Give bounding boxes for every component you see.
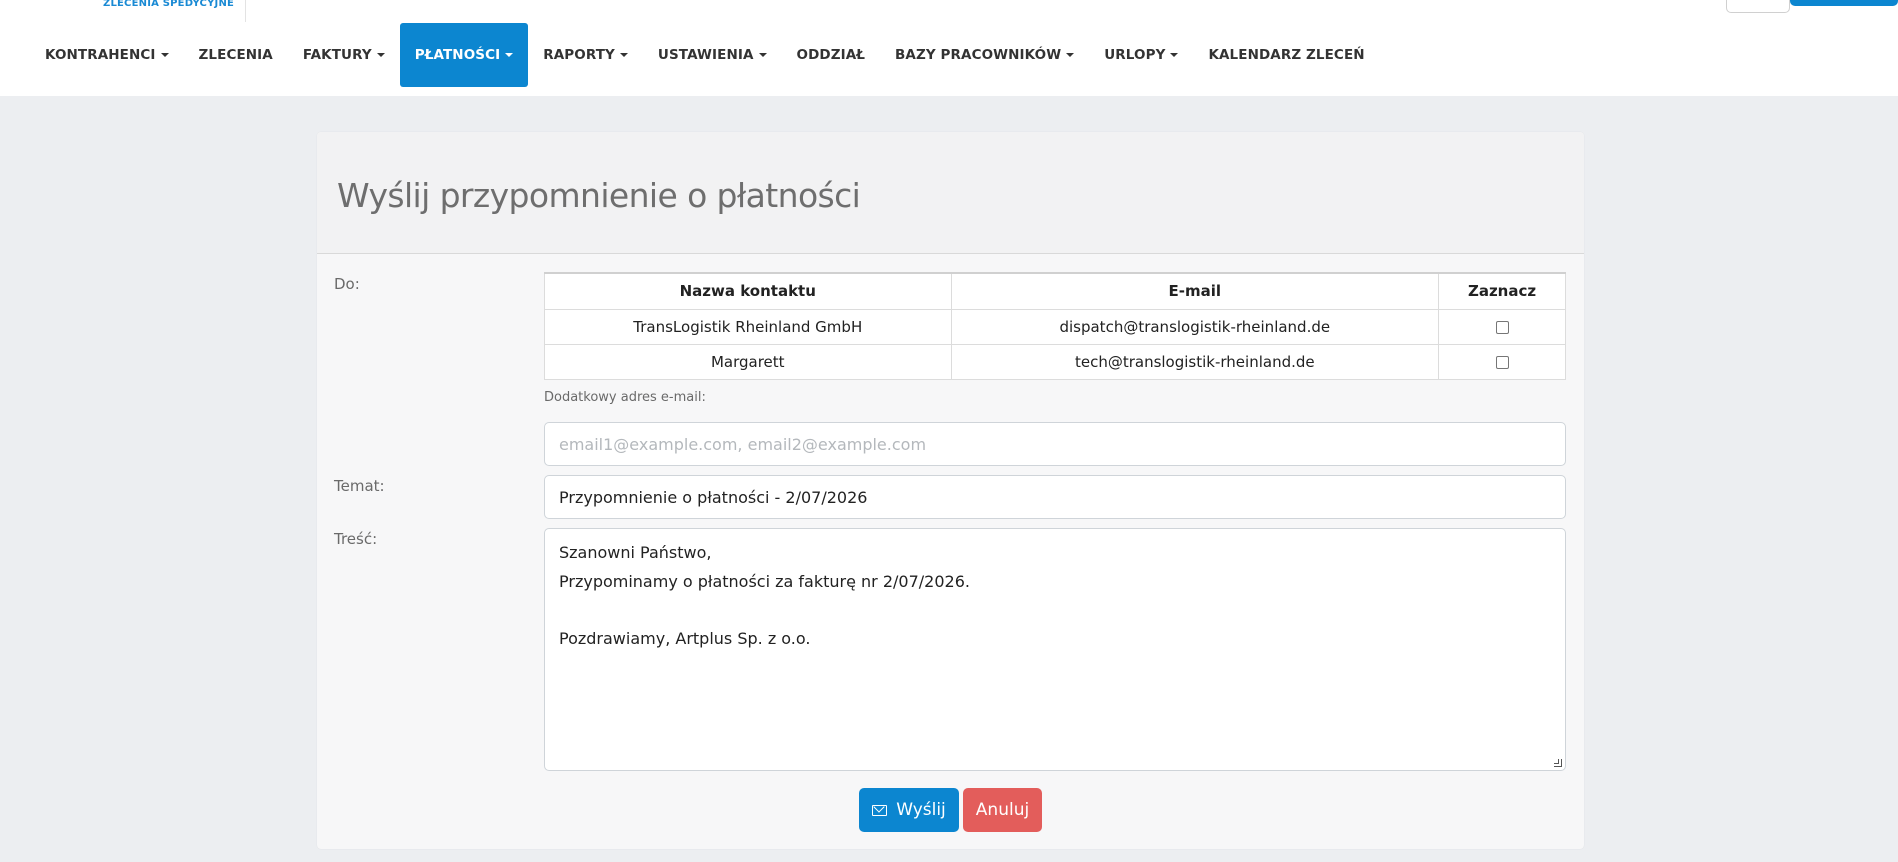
table-header-row: Nazwa kontaktu E-mail Zaznacz bbox=[544, 272, 1566, 310]
nav-item-kalendarz-zlecen[interactable]: KALENDARZ ZLECEŃ bbox=[1193, 23, 1379, 87]
nav-label: ODDZIAŁ bbox=[796, 47, 866, 63]
nav-label: USTAWIENIA bbox=[657, 47, 754, 63]
body-line: Szanowni Państwo, bbox=[559, 543, 712, 562]
nav-label: BAZY PRACOWNIKÓW bbox=[895, 47, 1062, 63]
body-line: Przypominamy o płatności za fakturę nr 2… bbox=[559, 571, 970, 591]
nav-item-platnosci[interactable]: PŁATNOŚCI bbox=[399, 23, 529, 87]
page-title: Wyślij przypomnienie o płatności bbox=[337, 176, 861, 215]
contacts-table: Nazwa kontaktu E-mail Zaznacz TransLogis… bbox=[544, 272, 1566, 380]
to-label: Do: bbox=[334, 275, 360, 293]
cancel-button[interactable]: Anuluj bbox=[963, 788, 1042, 832]
body-line bbox=[559, 596, 1551, 625]
nav-item-urlopy[interactable]: URLOPY bbox=[1089, 23, 1193, 87]
nav-item-ustawienia[interactable]: USTAWIENIA bbox=[643, 23, 782, 87]
nav-label: URLOPY bbox=[1104, 47, 1166, 63]
contact-name: Margarett bbox=[544, 343, 952, 380]
table-row: TransLogistik Rheinland GmbH dispatch@tr… bbox=[544, 308, 1566, 345]
caret-down-icon bbox=[1170, 53, 1179, 57]
send-button[interactable]: Wyślij bbox=[859, 788, 959, 832]
select-cell bbox=[1438, 308, 1566, 345]
top-navbar: ZLECENIA SPEDYCYJNE KONTRAHENCI ZLECENIA… bbox=[0, 0, 1898, 96]
select-cell bbox=[1438, 343, 1566, 380]
caret-down-icon bbox=[1066, 53, 1075, 57]
top-right-primary-button[interactable] bbox=[1790, 0, 1898, 6]
brand-divider bbox=[245, 0, 246, 22]
nav-item-kontrahenci[interactable]: KONTRAHENCI bbox=[30, 23, 184, 87]
body-label: Treść: bbox=[334, 530, 378, 548]
caret-down-icon bbox=[160, 53, 169, 57]
caret-down-icon bbox=[758, 53, 767, 57]
card-header: Wyślij przypomnienie o płatności bbox=[317, 132, 1584, 254]
nav-item-bazy-pracownikow[interactable]: BAZY PRACOWNIKÓW bbox=[880, 23, 1089, 87]
caret-down-icon bbox=[619, 53, 628, 57]
column-header-name: Nazwa kontaktu bbox=[544, 272, 952, 310]
main-nav: KONTRAHENCI ZLECENIA FAKTURY PŁATNOŚCI R… bbox=[30, 23, 1380, 87]
column-header-email: E-mail bbox=[950, 272, 1440, 310]
contact-name: TransLogistik Rheinland GmbH bbox=[544, 308, 952, 345]
nav-item-raporty[interactable]: RAPORTY bbox=[528, 23, 643, 87]
subject-input[interactable]: Przypomnienie o płatności - 2/07/2026 bbox=[544, 475, 1566, 519]
extra-email-input[interactable]: email1@example.com, email2@example.com bbox=[544, 422, 1566, 466]
contact-email: dispatch@translogistik-rheinland.de bbox=[950, 308, 1440, 345]
caret-down-icon bbox=[505, 53, 514, 57]
contact-email: tech@translogistik-rheinland.de bbox=[950, 343, 1440, 380]
resize-handle-icon[interactable] bbox=[1554, 759, 1562, 767]
nav-label: RAPORTY bbox=[543, 47, 615, 63]
nav-label: KONTRAHENCI bbox=[45, 47, 156, 63]
brand-logo-text[interactable]: ZLECENIA SPEDYCYJNE bbox=[103, 0, 234, 9]
column-header-select: Zaznacz bbox=[1438, 272, 1566, 310]
contact-checkbox[interactable] bbox=[1495, 320, 1509, 334]
caret-down-icon bbox=[376, 53, 385, 57]
nav-item-oddzial[interactable]: ODDZIAŁ bbox=[782, 23, 881, 87]
cancel-button-label: Anuluj bbox=[975, 800, 1030, 820]
nav-item-faktury[interactable]: FAKTURY bbox=[288, 23, 400, 87]
nav-label: FAKTURY bbox=[302, 47, 372, 63]
nav-label: KALENDARZ ZLECEŃ bbox=[1208, 47, 1365, 63]
reminder-card: Wyślij przypomnienie o płatności Do: Naz… bbox=[317, 132, 1584, 849]
nav-label: PŁATNOŚCI bbox=[414, 47, 501, 63]
nav-item-zlecenia[interactable]: ZLECENIA bbox=[184, 23, 288, 87]
top-right-outline-button[interactable] bbox=[1726, 0, 1790, 13]
subject-label: Temat: bbox=[334, 477, 385, 495]
send-button-label: Wyślij bbox=[896, 800, 946, 820]
envelope-icon bbox=[872, 804, 888, 816]
extra-email-label: Dodatkowy adres e-mail: bbox=[544, 390, 706, 405]
body-line: Pozdrawiamy, Artplus Sp. z o.o. bbox=[559, 628, 811, 648]
contact-checkbox[interactable] bbox=[1495, 355, 1509, 369]
table-row: Margarett tech@translogistik-rheinland.d… bbox=[544, 343, 1566, 380]
nav-label: ZLECENIA bbox=[198, 47, 273, 63]
body-textarea[interactable]: Szanowni Państwo, Przypominamy o płatnoś… bbox=[544, 528, 1566, 771]
